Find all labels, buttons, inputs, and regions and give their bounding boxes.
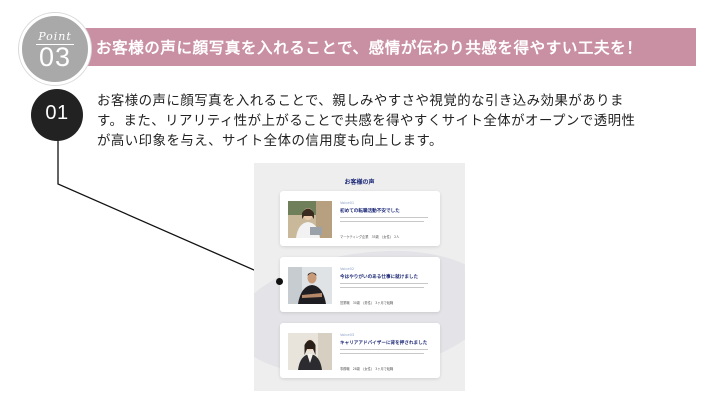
card-meta: 事務職 28歳 (女性) 3ヶ月で転職 [340,367,394,371]
preview-title: お客様の声 [344,179,375,186]
card-headline: 初めての転職活動不安でした [340,209,400,214]
card-meta: 営業職 30歳 (男性) 3ヶ月で転職 [340,301,394,305]
customer-photo [288,267,332,304]
text-placeholder [340,287,424,289]
voice-label: Voice03 [340,333,355,337]
text-placeholder [340,353,424,355]
testimonial-card: Voice01 初めての転職活動不安でした マーケティング企業 35歳 (女性)… [280,191,440,246]
customer-photo [288,201,332,238]
step-badge: 01 [31,89,83,141]
description: お客様の声に顔写真を入れることで、親しみやすさや視覚的な引き込み効果がありま す… [97,92,697,152]
text-placeholder [340,217,428,219]
description-line: が高い印象を与え、サイト全体の信用度も向上します。 [97,134,443,149]
testimonial-card: Voice02 今はやりがいのある仕事に就けました 営業職 30歳 (男性) 3… [280,257,440,312]
text-placeholder [340,283,428,285]
voice-label: Voice01 [340,201,355,205]
card-headline: キャリアアドバイザーに背を押されました [340,341,428,346]
testimonial-card: Voice03 キャリアアドバイザーに背を押されました 事務職 28歳 (女性)… [280,323,440,378]
connector-dot [276,278,283,285]
card-meta: マーケティング企業 35歳 (女性) 2人 [340,235,400,239]
testimonial-page-preview: お客様の声 Voice01 初めての転職活動不安でした マーケティング企業 35… [254,163,465,391]
text-placeholder [340,221,424,223]
description-line: す。また、リアリティ性が上がることで共感を得やすくサイト全体がオープンで透明性 [97,114,636,129]
description-line: お客様の声に顔写真を入れることで、親しみやすさや視覚的な引き込み効果がありま [97,94,624,109]
voice-label: Voice02 [340,267,355,271]
customer-photo [288,333,332,370]
card-headline: 今はやりがいのある仕事に就けました [340,275,419,280]
text-placeholder [340,349,428,351]
step-number: 01 [45,102,69,124]
slide: お客様の声に顔写真を入れることで、感情が伝わり共感を得やすい工夫を！ Point… [0,0,720,400]
